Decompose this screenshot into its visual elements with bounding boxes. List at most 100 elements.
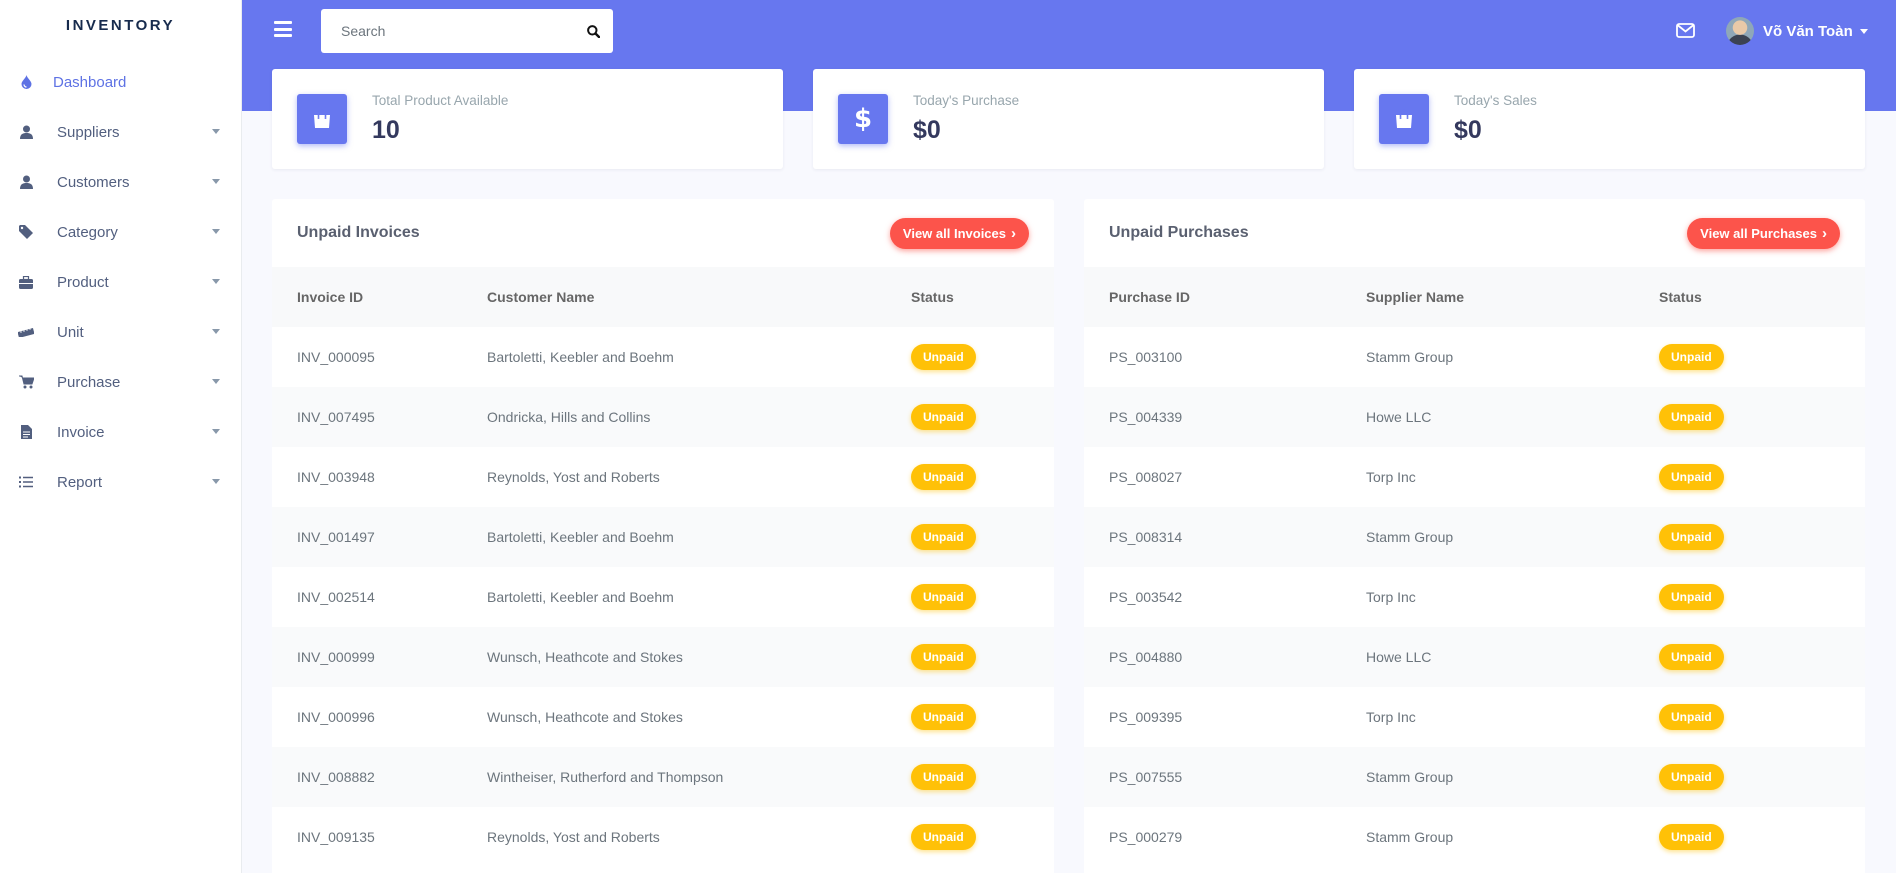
table-row[interactable]: PS_004339 Howe LLC Unpaid: [1084, 387, 1865, 447]
table-row[interactable]: INV_007495 Ondricka, Hills and Collins Unp…: [272, 387, 1054, 447]
customer-name: Wunsch, Heathcote and Stokes: [462, 687, 886, 747]
sidebar-item-product[interactable]: Product: [0, 257, 241, 307]
table-row[interactable]: INV_000996 Wunsch, Heathcote and Stokes Un…: [272, 687, 1054, 747]
stat-card-total-products: Total Product Available 10: [272, 69, 783, 169]
customer-name: Bartoletti, Keebler and Boehm: [462, 327, 886, 387]
sidebar-item-label: Purchase: [57, 373, 121, 391]
user-icon: [18, 174, 34, 190]
table-row[interactable]: INV_000999 Wunsch, Heathcote and Stokes Un…: [272, 627, 1054, 687]
supplier-name: Howe LLC: [1341, 627, 1634, 687]
invoices-table: Invoice ID Customer Name Status INV_0000…: [272, 267, 1054, 867]
stat-card-todays-purchase: $ Today's Purchase $0: [813, 69, 1324, 169]
purchase-id: PS_003542: [1084, 567, 1341, 627]
user-icon: [18, 124, 34, 140]
avatar: [1726, 17, 1754, 45]
status-badge: Unpaid: [1659, 824, 1724, 850]
customer-name: Wintheiser, Rutherford and Thompson: [462, 747, 886, 807]
invoice-id: INV_003948: [272, 447, 462, 507]
supplier-name: Torp Inc: [1341, 687, 1634, 747]
dollar-icon: $: [838, 94, 888, 144]
invoice-id: INV_009135: [272, 807, 462, 867]
search-input[interactable]: [321, 9, 573, 53]
table-row[interactable]: INV_001497 Bartoletti, Keebler and Boehm U…: [272, 507, 1054, 567]
invoice-id: INV_000999: [272, 627, 462, 687]
sidebar-item-invoice[interactable]: Invoice: [0, 407, 241, 457]
table-row[interactable]: PS_008314 Stamm Group Unpaid: [1084, 507, 1865, 567]
table-row[interactable]: INV_008882 Wintheiser, Rutherford and Tho…: [272, 747, 1054, 807]
sidebar-item-label: Unit: [57, 323, 84, 341]
column-header: Invoice ID: [272, 267, 462, 327]
column-header: Purchase ID: [1084, 267, 1341, 327]
chevron-down-icon: [212, 229, 220, 234]
unpaid-invoices-panel: Unpaid Invoices View all Invoices › Invo…: [272, 199, 1054, 873]
view-all-invoices-button[interactable]: View all Invoices ›: [889, 217, 1029, 249]
table-row[interactable]: PS_007555 Stamm Group Unpaid: [1084, 747, 1865, 807]
search-box: [321, 9, 613, 53]
chevron-down-icon: [212, 279, 220, 284]
unpaid-purchases-panel: Unpaid Purchases View all Purchases › Pu…: [1084, 199, 1865, 873]
supplier-name: Stamm Group: [1341, 747, 1634, 807]
chevron-down-icon: [212, 179, 220, 184]
panel-title: Unpaid Invoices: [297, 224, 420, 241]
supplier-name: Torp Inc: [1341, 567, 1634, 627]
sidebar-item-label: Product: [57, 273, 109, 291]
status-badge: Unpaid: [911, 824, 976, 850]
table-row[interactable]: INV_003948 Reynolds, Yost and Roberts Unpa…: [272, 447, 1054, 507]
menu-toggle-icon[interactable]: [274, 21, 292, 37]
invoice-id: INV_008882: [272, 747, 462, 807]
sidebar-item-unit[interactable]: Unit: [0, 307, 241, 357]
status-badge: Unpaid: [911, 644, 976, 670]
column-header: Status: [1634, 267, 1865, 327]
status-badge: Unpaid: [1659, 704, 1724, 730]
table-row[interactable]: PS_003100 Stamm Group Unpaid: [1084, 327, 1865, 387]
customer-name: Ondricka, Hills and Collins: [462, 387, 886, 447]
chevron-down-icon: [1859, 28, 1868, 34]
table-header-row: Purchase ID Supplier Name Status: [1084, 267, 1865, 327]
sidebar-item-label: Invoice: [57, 423, 105, 441]
invoice-id: INV_000996: [272, 687, 462, 747]
column-header: Status: [886, 267, 1054, 327]
sidebar-item-customers[interactable]: Customers: [0, 157, 241, 207]
table-row[interactable]: INV_000095 Bartoletti, Keebler and Boehm U…: [272, 327, 1054, 387]
status-badge: Unpaid: [911, 584, 976, 610]
customer-name: Wunsch, Heathcote and Stokes: [462, 627, 886, 687]
supplier-name: Howe LLC: [1341, 387, 1634, 447]
table-row[interactable]: INV_009135 Reynolds, Yost and Roberts Unpa…: [272, 807, 1054, 867]
invoice-id: INV_001497: [272, 507, 462, 567]
status-badge: Unpaid: [1659, 644, 1724, 670]
sidebar-item-report[interactable]: Report: [0, 457, 241, 507]
column-header: Customer Name: [462, 267, 886, 327]
brand-logo[interactable]: INVENTORY: [0, 0, 241, 50]
user-menu[interactable]: Võ Văn Toàn: [1726, 17, 1868, 45]
panel-title: Unpaid Purchases: [1109, 224, 1249, 241]
panel-header: Unpaid Invoices View all Invoices ›: [272, 199, 1054, 267]
panel-header: Unpaid Purchases View all Purchases ›: [1084, 199, 1865, 267]
status-badge: Unpaid: [1659, 404, 1724, 430]
table-row[interactable]: PS_000279 Stamm Group Unpaid: [1084, 807, 1865, 867]
view-all-purchases-button[interactable]: View all Purchases ›: [1687, 217, 1840, 249]
sidebar-item-category[interactable]: Category: [0, 207, 241, 257]
sidebar-item-purchase[interactable]: Purchase: [0, 357, 241, 407]
sidebar-item-dashboard[interactable]: Dashboard: [0, 57, 241, 107]
table-row[interactable]: INV_002514 Bartoletti, Keebler and Boehm U…: [272, 567, 1054, 627]
sidebar-item-suppliers[interactable]: Suppliers: [0, 107, 241, 157]
table-row[interactable]: PS_004880 Howe LLC Unpaid: [1084, 627, 1865, 687]
status-badge: Unpaid: [911, 404, 976, 430]
stat-label: Today's Sales: [1454, 93, 1537, 108]
status-badge: Unpaid: [911, 464, 976, 490]
mail-icon[interactable]: [1676, 23, 1695, 43]
table-row[interactable]: PS_003542 Torp Inc Unpaid: [1084, 567, 1865, 627]
customer-name: Bartoletti, Keebler and Boehm: [462, 567, 886, 627]
stat-label: Total Product Available: [372, 93, 509, 108]
table-row[interactable]: PS_009395 Torp Inc Unpaid: [1084, 687, 1865, 747]
purchase-id: PS_003100: [1084, 327, 1341, 387]
purchase-id: PS_008027: [1084, 447, 1341, 507]
search-icon[interactable]: [573, 9, 613, 53]
tag-icon: [18, 224, 34, 240]
sidebar-item-label: Dashboard: [53, 73, 127, 91]
button-label: View all Purchases: [1700, 225, 1817, 241]
invoice-id: INV_002514: [272, 567, 462, 627]
stat-card-todays-sales: Today's Sales $0: [1354, 69, 1865, 169]
table-row[interactable]: PS_008027 Torp Inc Unpaid: [1084, 447, 1865, 507]
ruler-icon: [18, 324, 34, 340]
